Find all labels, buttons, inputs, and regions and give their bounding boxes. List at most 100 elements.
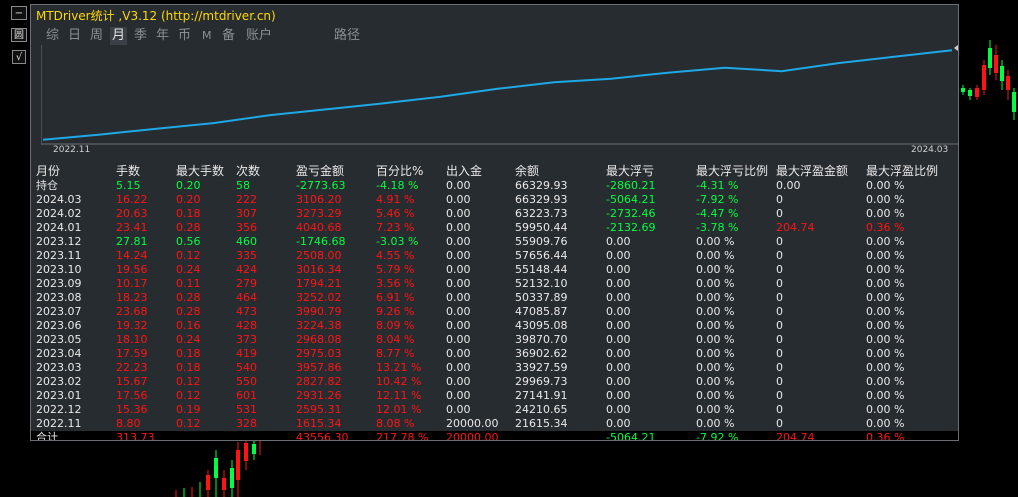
table-cell: 0.00 % [866,417,905,430]
table-cell: 14.24 [116,249,148,262]
table-cell: 2024.02 [36,207,82,220]
table-cell: -2132.69 [606,221,656,234]
table-cell: 0.00 % [866,179,905,192]
table-cell: 0.00 [606,263,631,276]
table-cell: 0.00 % [696,319,735,332]
table-cell: 0.18 [176,207,201,220]
table-cell: 0 [776,263,783,276]
table-cell: 0.00 [606,291,631,304]
table-cell: 17.56 [116,389,148,402]
table-cell: 63223.73 [515,207,568,220]
table-cell: 0.00 [446,403,471,416]
table-cell: 0.24 [176,333,201,346]
panel-title: MTDriver统计 ,V3.12 (http://mtdriver.cn) [36,9,276,23]
col-header: 月份 [36,164,61,178]
table-cell: 22.23 [116,361,148,374]
table-cell: 0 [776,361,783,374]
table-cell: -5064.21 [606,193,656,206]
table-cell: 2022.11 [36,417,82,430]
table-cell: 0.00 % [866,361,905,374]
table-cell: 0.00 [446,179,471,192]
table-cell: 0.19 [176,403,201,416]
table-cell: 1615.34 [296,417,342,430]
table-cell: 0.00 % [696,417,735,430]
table-cell: 0 [776,305,783,318]
table-cell: 0.00 [606,403,631,416]
table-cell: 52132.10 [515,277,568,290]
table-cell: 0.00 [446,375,471,388]
table-cell: 0.00 % [866,333,905,346]
table-row: 2022.12 15.36 0.19 531 2595.31 12.01 % 0.00 242… [31,403,958,417]
table-cell: 0.24 [176,263,201,276]
col-header: 最大浮盈金额 [776,164,849,178]
table-cell: 2023.09 [36,277,82,290]
table-cell: 0.00 [606,417,631,430]
tab-day[interactable]: 日 [68,27,81,45]
table-cell: 540 [236,361,257,374]
tab-summary[interactable]: 综 [46,27,59,45]
col-header: 最大手数 [176,164,225,178]
table-total-row: 合计 313.73 43556.30 217.78 % 20000.00 -5064.21… [31,431,958,441]
table-row: 2023.01 17.56 0.12 601 2931.26 12.11 % 0.00 271… [31,389,958,403]
total-cell: 20000.00 [446,431,499,441]
table-cell: -4.18 % [376,179,419,192]
period-tabs: 综 日 周 月 季 年 币 M 备 账户 路径 [31,27,958,45]
table-cell: 8.09 % [376,319,415,332]
table-cell: 0.16 [176,319,201,332]
tab-path[interactable]: 路径 [334,27,360,45]
table-row: 2023.05 18.10 0.24 373 2968.08 8.04 % 0.00 3987… [31,333,958,347]
tab-week[interactable]: 周 [90,27,103,45]
table-cell: 0.12 [176,375,201,388]
table-cell: 0.11 [176,277,201,290]
table-cell: 0.00 [606,319,631,332]
tab-notes[interactable]: 备 [222,27,235,45]
table-cell: 10.42 % [376,375,422,388]
table-cell: -1746.68 [296,235,346,248]
table-cell: 0.00 % [696,403,735,416]
table-row: 2023.11 14.24 0.12 335 2508.00 4.55 % 0.00 5765… [31,249,958,263]
tab-currency[interactable]: 币 [178,27,191,45]
table-row: 2023.10 19.56 0.24 424 3016.34 5.79 % 0.00 5514… [31,263,958,277]
total-cell: 43556.30 [296,431,349,441]
table-cell: 3016.34 [296,263,342,276]
table-cell: 0.00 [446,235,471,248]
table-cell: 0.00 % [866,347,905,360]
table-cell: 0.00 [446,361,471,374]
table-cell: 0.00 % [696,263,735,276]
total-cell: 217.78 % [376,431,429,441]
table-cell: 2023.12 [36,235,82,248]
table-cell: 2508.00 [296,249,342,262]
table-cell: 2975.03 [296,347,342,360]
table-cell: 0.00 % [866,263,905,276]
table-cell: 0.00 [776,179,801,192]
tab-m[interactable]: M [202,27,212,45]
table-cell: 0.00 [446,193,471,206]
table-cell: 0.00 [446,207,471,220]
table-cell: -2732.46 [606,207,656,220]
table-cell: 0.00 % [696,375,735,388]
table-cell: 0.36 % [866,221,905,234]
table-cell: 15.67 [116,375,148,388]
table-cell: -2773.63 [296,179,346,192]
table-cell: 0.00 [606,389,631,402]
table-cell: 307 [236,207,257,220]
table-cell: 23.41 [116,221,148,234]
tab-year[interactable]: 年 [156,27,169,45]
table-cell: -2860.21 [606,179,656,192]
table-cell: 0.00 % [866,403,905,416]
col-header: 余额 [515,164,540,178]
tab-account[interactable]: 账户 [246,27,272,45]
table-cell: 0.00 % [696,361,735,374]
table-row: 2024.03 16.22 0.20 222 3106.20 4.91 % 0.00 6632… [31,193,958,207]
table-cell: 0.28 [176,221,201,234]
tab-month[interactable]: 月 [110,27,128,45]
table-cell: 23.68 [116,305,148,318]
table-cell: 0 [776,235,783,248]
table-cell: 12.11 % [376,389,422,402]
table-cell: 2024.03 [36,193,82,206]
table-cell: 5.46 % [376,207,415,220]
tab-quarter[interactable]: 季 [134,27,147,45]
table-cell: 2023.04 [36,347,82,360]
col-header: 百分比% [376,164,424,178]
table-cell: 0.00 [446,221,471,234]
